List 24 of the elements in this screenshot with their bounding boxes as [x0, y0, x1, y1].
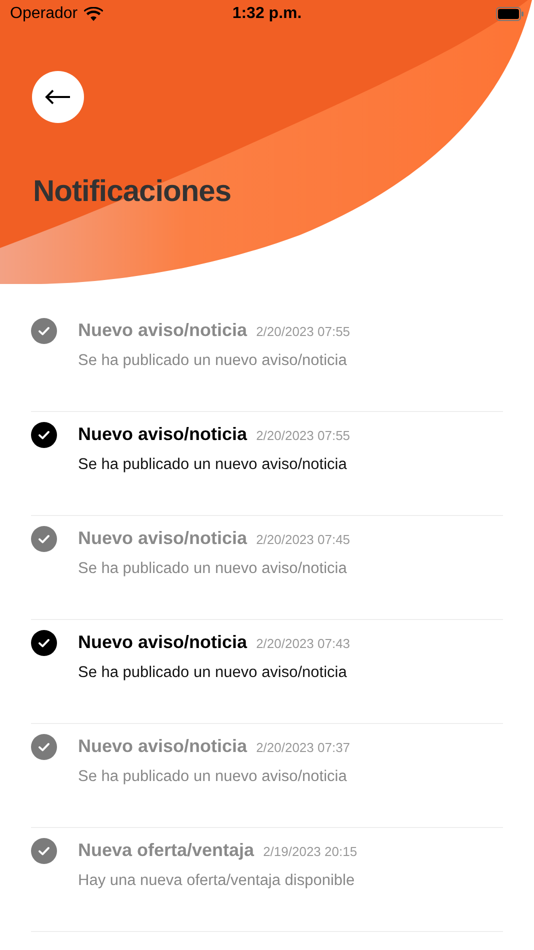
back-arrow-icon — [45, 89, 71, 105]
wifi-icon — [84, 7, 103, 21]
notification-date: 2/20/2023 07:55 — [256, 324, 350, 339]
notification-body: Hay una nueva oferta/ventaja disponible — [78, 872, 356, 890]
notification-date: 2/20/2023 07:45 — [256, 532, 350, 547]
notification-title: Nuevo aviso/noticia — [78, 632, 248, 653]
carrier-name: Operador — [10, 5, 78, 23]
notification-body: Se ha publicado un nuevo aviso/noticia — [78, 560, 348, 578]
battery-icon — [496, 7, 524, 21]
notification-date: 2/20/2023 07:37 — [256, 740, 350, 755]
notification-title: Nuevo aviso/noticia — [78, 424, 248, 445]
notification-date: 2/19/2023 20:15 — [263, 844, 358, 859]
notification-body: Se ha publicado un nuevo aviso/noticia — [78, 456, 348, 474]
page-title: Notificaciones — [33, 175, 232, 209]
notification-body: Se ha publicado un nuevo aviso/noticia — [78, 664, 348, 682]
notification-date: 2/20/2023 07:43 — [256, 636, 350, 651]
notification-date: 2/20/2023 07:55 — [256, 428, 350, 443]
notification-title: Nueva oferta/ventaja — [78, 840, 254, 861]
notification-title: Nuevo aviso/noticia — [78, 320, 248, 341]
notification-body: Se ha publicado un nuevo aviso/noticia — [78, 352, 348, 370]
notification-body: Se ha publicado un nuevo aviso/noticia — [78, 768, 348, 786]
notification-title: Nuevo aviso/noticia — [78, 736, 248, 757]
notification-title: Nuevo aviso/noticia — [78, 528, 248, 549]
clock-time: 1:32 p.m. — [232, 5, 302, 23]
